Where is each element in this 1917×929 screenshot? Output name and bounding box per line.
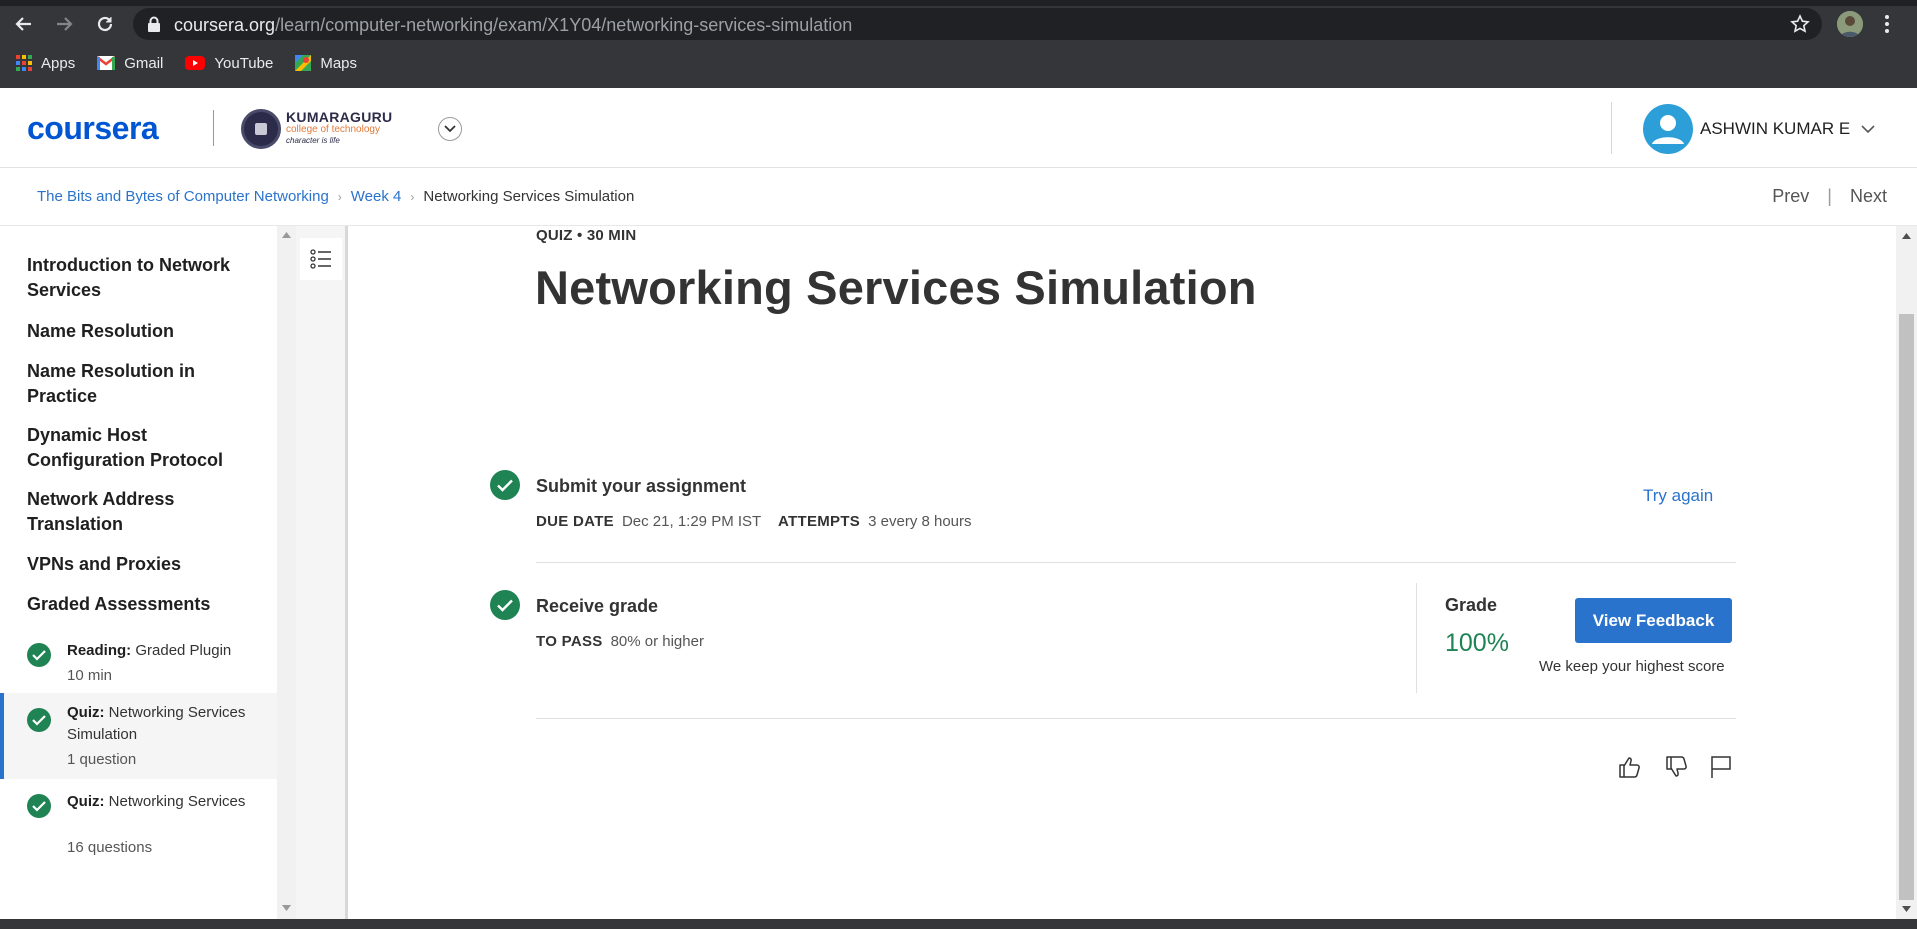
- partner-dropdown-button[interactable]: [438, 117, 462, 141]
- user-name[interactable]: ASHWIN KUMAR E: [1700, 119, 1850, 139]
- coursera-logo[interactable]: coursera: [27, 110, 159, 147]
- prev-next-nav: Prev | Next: [1772, 186, 1887, 207]
- bookmark-gmail[interactable]: Gmail: [97, 55, 163, 72]
- scroll-down-icon[interactable]: [282, 905, 291, 911]
- sidebar-item-label: Quiz: Networking Services Simulation: [67, 704, 246, 743]
- scroll-up-icon[interactable]: [282, 232, 291, 238]
- back-arrow-icon: [15, 17, 31, 31]
- sidebar-section-dhcp[interactable]: Dynamic Host Configuration Protocol: [27, 423, 257, 473]
- bookmark-maps[interactable]: Maps: [295, 55, 357, 72]
- forward-arrow-icon: [57, 17, 73, 31]
- browser-chrome: coursera.org/learn/computer-networking/e…: [0, 0, 1917, 88]
- flag-icon[interactable]: [1708, 754, 1734, 780]
- partner-logo[interactable]: KUMARAGURU college of technology charact…: [241, 107, 421, 151]
- sidebar-section-nat[interactable]: Network Address Translation: [27, 487, 257, 537]
- breadcrumb-week[interactable]: Week 4: [351, 188, 402, 205]
- page-title: Networking Services Simulation: [535, 261, 1257, 314]
- prev-link[interactable]: Prev: [1772, 186, 1809, 207]
- apps-grid-icon: [16, 55, 32, 71]
- sidebar-section-graded[interactable]: Graded Assessments: [27, 592, 257, 617]
- breadcrumb: The Bits and Bytes of Computer Networkin…: [37, 188, 634, 205]
- user-silhouette-icon: [1652, 115, 1684, 144]
- reload-button[interactable]: [93, 12, 117, 36]
- partner-seal-icon: [241, 109, 281, 149]
- list-outline-icon: [310, 249, 331, 269]
- grade-label: Grade: [1445, 595, 1498, 615]
- highest-score-note: We keep your highest score: [1539, 658, 1725, 675]
- to-pass: TO PASS 80% or higher: [536, 633, 704, 650]
- next-link[interactable]: Next: [1850, 186, 1887, 207]
- logo-divider: [213, 110, 214, 146]
- thumbs-down-icon[interactable]: [1664, 754, 1690, 780]
- user-avatar[interactable]: [1643, 104, 1693, 154]
- check-circle-icon: [490, 470, 520, 500]
- try-again-link[interactable]: Try again: [1643, 486, 1713, 506]
- reload-icon: [97, 16, 113, 32]
- sidebar-section-vpns[interactable]: VPNs and Proxies: [27, 552, 257, 577]
- bookmarks-bar: Apps Gmail YouTube Maps: [0, 48, 379, 78]
- quiz-meta-label: QUIZ • 30 MIN: [536, 227, 637, 244]
- address-bar[interactable]: coursera.org/learn/computer-networking/e…: [133, 8, 1822, 40]
- youtube-icon: [185, 56, 206, 70]
- toggle-outline-button[interactable]: [300, 238, 342, 280]
- submit-assignment-title: Submit your assignment: [536, 476, 747, 496]
- breadcrumb-chevron-icon: ›: [410, 189, 415, 204]
- course-sidebar: Introduction to Network Services Name Re…: [0, 226, 277, 919]
- sidebar-item-graded-plugin[interactable]: Reading: Graded Plugin 10 min: [0, 631, 277, 699]
- scrollbar-thumb[interactable]: [1899, 314, 1914, 900]
- grade-value: 100%: [1445, 629, 1509, 657]
- browser-profile-avatar[interactable]: [1837, 11, 1863, 37]
- breadcrumb-bar: The Bits and Bytes of Computer Networkin…: [0, 169, 1917, 226]
- check-circle-icon: [27, 794, 51, 818]
- site-header: coursera KUMARAGURU college of technolog…: [0, 88, 1917, 168]
- section-divider: [536, 718, 1736, 719]
- section-divider: [536, 562, 1736, 563]
- breadcrumb-course[interactable]: The Bits and Bytes of Computer Networkin…: [37, 188, 329, 205]
- breadcrumb-current: Networking Services Simulation: [423, 188, 635, 205]
- bookmark-apps[interactable]: Apps: [16, 55, 75, 72]
- tool-column: [296, 226, 348, 919]
- bottom-bar: [0, 919, 1917, 929]
- grade-divider: [1416, 583, 1417, 693]
- sidebar-item-label: Quiz: Networking Services: [67, 793, 246, 810]
- receive-grade-title: Receive grade: [536, 596, 659, 616]
- sidebar-section-name-resolution-practice[interactable]: Name Resolution in Practice: [27, 359, 257, 409]
- check-circle-icon: [490, 590, 520, 620]
- gmail-icon: [97, 56, 116, 70]
- tab-strip: [0, 0, 1917, 6]
- breadcrumb-chevron-icon: ›: [337, 189, 342, 204]
- back-button[interactable]: [12, 12, 36, 36]
- sidebar-section-intro[interactable]: Introduction to Network Services: [27, 253, 257, 303]
- nav-divider: |: [1827, 186, 1832, 206]
- lock-icon: [148, 16, 160, 32]
- attempts: ATTEMPTS 3 every 8 hours: [778, 513, 972, 530]
- bookmark-star-icon[interactable]: [1790, 14, 1810, 34]
- view-feedback-button[interactable]: View Feedback: [1575, 598, 1732, 643]
- chevron-down-icon: [444, 125, 456, 133]
- user-menu-chevron-icon[interactable]: [1861, 125, 1875, 134]
- profile-photo-icon: [1837, 11, 1863, 37]
- sidebar-item-label: Reading: Graded Plugin: [67, 642, 232, 659]
- bookmark-youtube[interactable]: YouTube: [185, 55, 273, 72]
- scroll-up-icon[interactable]: [1902, 233, 1911, 239]
- sidebar-item-networking-services[interactable]: Quiz: Networking Services 16 questions: [0, 781, 277, 869]
- thumbs-up-icon[interactable]: [1617, 754, 1643, 780]
- main-scrollbar[interactable]: [1896, 226, 1917, 919]
- forward-button[interactable]: [52, 12, 76, 36]
- sidebar-scrollbar[interactable]: [277, 226, 296, 919]
- check-circle-icon: [27, 708, 51, 732]
- sidebar-item-networking-services-simulation[interactable]: Quiz: Networking Services Simulation 1 q…: [0, 693, 277, 779]
- check-circle-icon: [27, 643, 51, 667]
- url-text: coursera.org/learn/computer-networking/e…: [174, 15, 853, 35]
- maps-icon: [295, 55, 312, 71]
- browser-menu-button[interactable]: [1883, 12, 1891, 36]
- header-divider: [1611, 102, 1612, 154]
- scroll-down-icon[interactable]: [1902, 906, 1911, 912]
- sidebar-section-name-resolution[interactable]: Name Resolution: [27, 319, 257, 344]
- due-date: DUE DATE Dec 21, 1:29 PM IST: [536, 513, 762, 530]
